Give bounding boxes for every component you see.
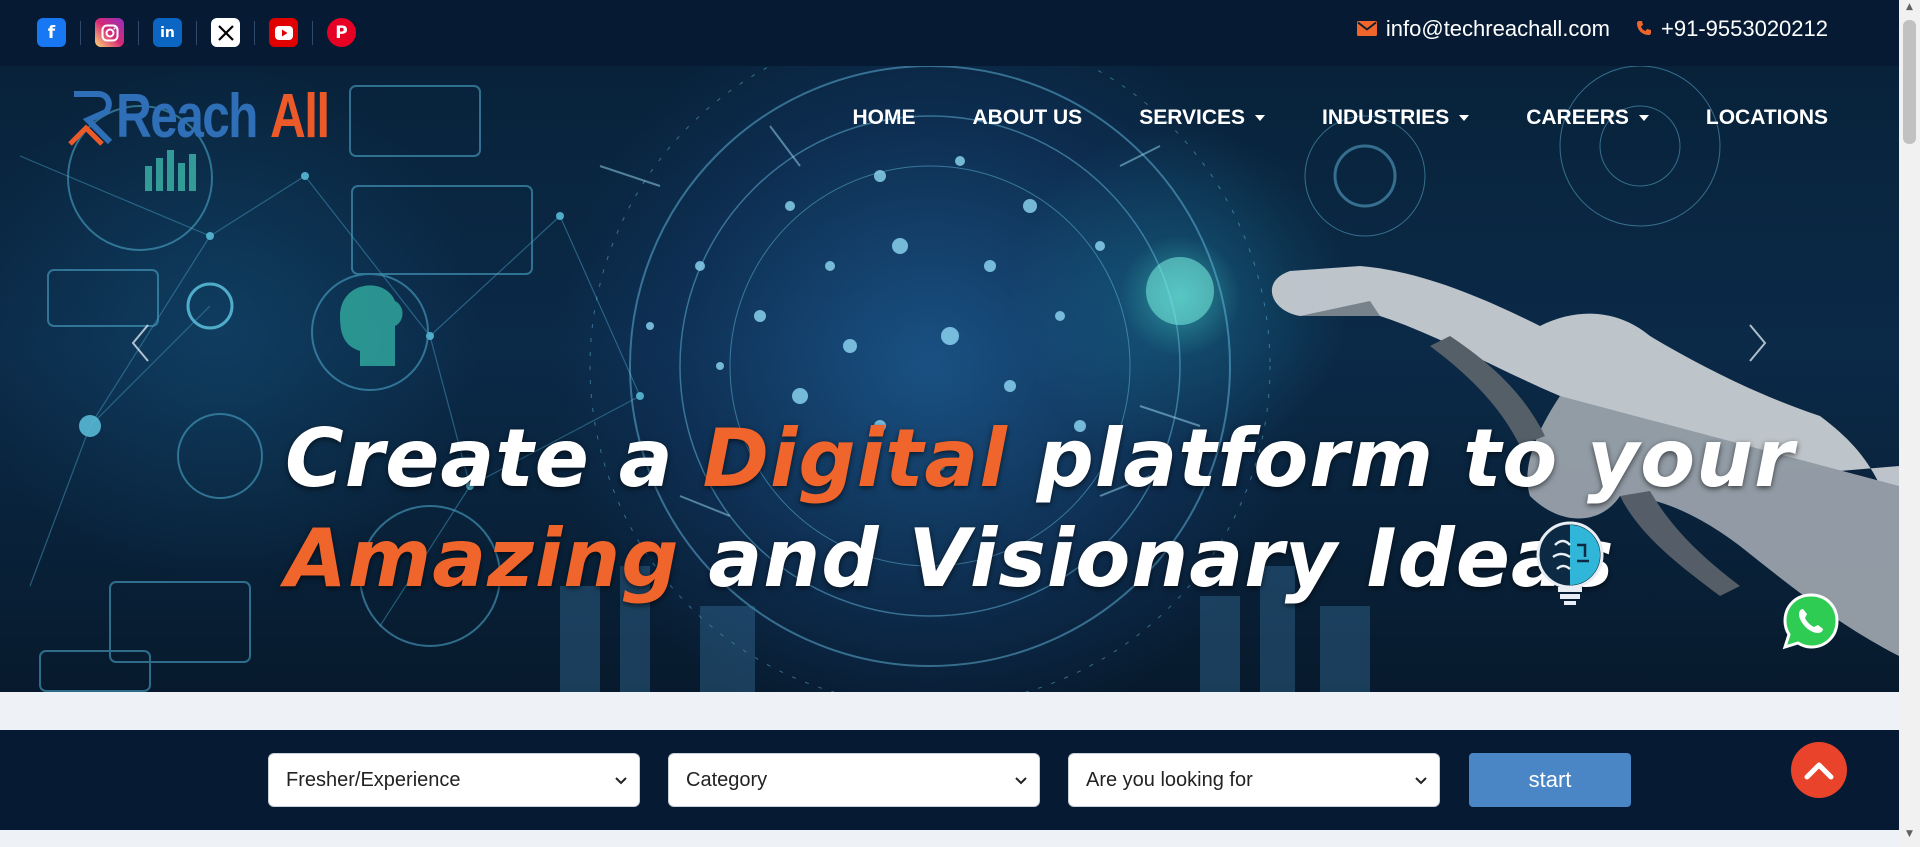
scrollbar-thumb[interactable]: [1903, 20, 1916, 144]
nav-about-us[interactable]: ABOUT US: [973, 106, 1083, 130]
social-links: f in P: [37, 18, 356, 47]
experience-select[interactable]: Fresher/Experience: [268, 753, 640, 807]
idea-bulb-icon: [1536, 521, 1604, 605]
top-bar: f in P info@techreachall.com +91-9553020…: [0, 0, 1899, 66]
logo-text-all: All: [270, 82, 330, 151]
caret-down-icon: [1459, 115, 1470, 121]
divider: [254, 20, 255, 45]
chevron-down-icon: [1015, 771, 1027, 789]
chevron-right-icon[interactable]: [1748, 320, 1768, 374]
envelope-icon: [1356, 16, 1377, 42]
nav-services[interactable]: SERVICES: [1139, 106, 1266, 130]
nav-home[interactable]: HOME: [853, 106, 916, 130]
chevron-up-icon: [1804, 762, 1834, 780]
search-band: Fresher/Experience Category Are you look…: [0, 730, 1899, 830]
logo-mark-icon: [68, 91, 113, 146]
nav-careers[interactable]: CAREERS: [1526, 106, 1649, 130]
youtube-icon[interactable]: [269, 18, 298, 47]
start-button[interactable]: start: [1469, 753, 1631, 807]
hero-line-1: Create a Digital platform to your: [285, 412, 1795, 505]
divider: [138, 20, 139, 45]
divider: [196, 20, 197, 45]
scroll-down-arrow-icon[interactable]: ▼: [1899, 829, 1920, 845]
experience-select-value: Fresher/Experience: [286, 768, 461, 791]
contact-info: info@techreachall.com +91-9553020212: [1356, 16, 1828, 42]
whatsapp-icon[interactable]: [1782, 592, 1840, 650]
chevron-down-icon: [1415, 771, 1427, 789]
email-link[interactable]: info@techreachall.com: [1386, 16, 1610, 42]
instagram-icon[interactable]: [95, 18, 124, 47]
scroll-up-arrow-icon[interactable]: ▲: [1899, 2, 1920, 18]
caret-down-icon: [1255, 115, 1266, 121]
linkedin-icon[interactable]: in: [153, 18, 182, 47]
logo-text-reach: Reach: [116, 82, 258, 151]
pinterest-icon[interactable]: P: [327, 18, 356, 47]
nav-industries[interactable]: INDUSTRIES: [1322, 106, 1470, 130]
facebook-icon[interactable]: f: [37, 18, 66, 47]
x-twitter-icon[interactable]: [211, 18, 240, 47]
category-select-value: Category: [686, 768, 768, 791]
site-logo[interactable]: Reach All: [68, 86, 343, 148]
hero-slider: Reach All HOME ABOUT US SERVICES INDUSTR…: [0, 66, 1899, 692]
caret-down-icon: [1638, 115, 1649, 121]
chevron-left-icon[interactable]: [130, 320, 150, 374]
phone-icon: [1636, 16, 1652, 42]
divider: [312, 20, 313, 45]
divider: [80, 20, 81, 45]
phone-link[interactable]: +91-9553020212: [1661, 16, 1828, 42]
looking-for-select-value: Are you looking for: [1086, 768, 1253, 791]
nav-locations[interactable]: LOCATIONS: [1706, 106, 1828, 130]
looking-for-select[interactable]: Are you looking for: [1068, 753, 1440, 807]
category-select[interactable]: Category: [668, 753, 1040, 807]
back-to-top-button[interactable]: [1791, 742, 1847, 798]
main-nav: HOME ABOUT US SERVICES INDUSTRIES CAREER…: [796, 106, 1828, 130]
chevron-down-icon: [615, 771, 627, 789]
page-scrollbar[interactable]: ▲ ▼: [1899, 0, 1920, 847]
